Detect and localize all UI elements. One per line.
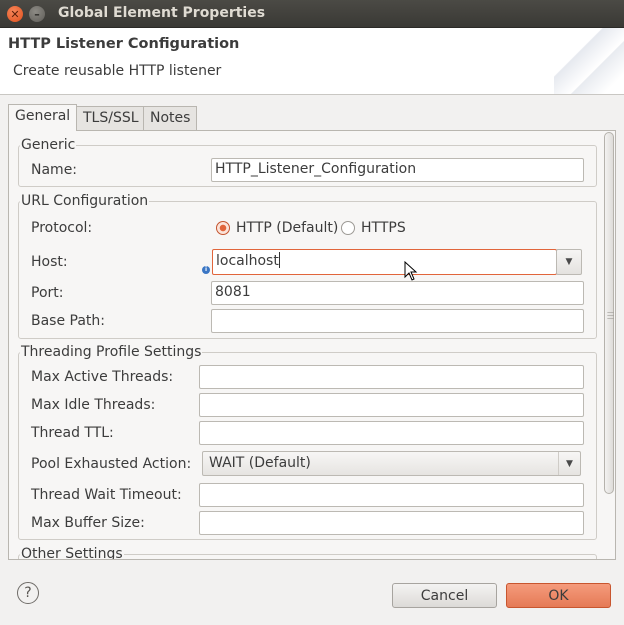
mouse-cursor-icon (404, 261, 418, 281)
close-icon[interactable]: ✕ (7, 6, 23, 22)
max-idle-threads-field[interactable] (199, 393, 584, 417)
port-field[interactable]: 8081 (211, 281, 584, 305)
window-titlebar: ✕ – Global Element Properties (0, 0, 624, 28)
base-path-label: Base Path: (31, 313, 106, 329)
scrollbar-grip-icon: — — — (607, 308, 614, 322)
help-icon: ? (24, 585, 32, 601)
thread-ttl-label: Thread TTL: (31, 425, 114, 441)
general-tab-panel: Generic Name: HTTP_Listener_Configuratio… (8, 130, 616, 560)
port-label: Port: (31, 285, 64, 301)
url-configuration-group-title: URL Configuration (20, 193, 150, 209)
threading-profile-group-title: Threading Profile Settings (20, 344, 203, 360)
ok-button[interactable]: OK (506, 583, 611, 608)
dialog-subtitle: Create reusable HTTP listener (13, 63, 222, 79)
tab-tls-ssl[interactable]: TLS/SSL (76, 106, 146, 131)
host-value: localhost (216, 253, 279, 269)
protocol-http-label[interactable]: HTTP (Default) (236, 220, 338, 236)
text-caret (278, 252, 280, 268)
cancel-button-label: Cancel (420, 587, 469, 604)
protocol-https-label[interactable]: HTTPS (361, 220, 406, 236)
name-field[interactable]: HTTP_Listener_Configuration (211, 158, 584, 182)
generic-group-title: Generic (20, 137, 77, 153)
help-button[interactable]: ? (17, 582, 39, 604)
cancel-button[interactable]: Cancel (392, 583, 497, 608)
thread-ttl-field[interactable] (199, 421, 584, 445)
max-buffer-size-field[interactable] (199, 511, 584, 535)
tab-general-label: General (15, 108, 71, 124)
host-dropdown-button[interactable]: ▼ (556, 249, 582, 275)
window-title: Global Element Properties (58, 5, 266, 21)
tab-tls-ssl-label: TLS/SSL (83, 110, 139, 126)
protocol-http-radio[interactable] (216, 221, 230, 235)
chevron-down-icon: ▼ (558, 452, 580, 475)
host-combo-input[interactable]: localhost (212, 249, 557, 275)
dialog-header: HTTP Listener Configuration Create reusa… (0, 28, 624, 95)
header-banner-graphic (554, 28, 624, 94)
pool-exhausted-action-select[interactable]: WAIT (Default) ▼ (202, 451, 581, 476)
protocol-https-radio[interactable] (341, 221, 355, 235)
minimize-icon[interactable]: – (29, 6, 45, 22)
max-active-threads-field[interactable] (199, 365, 584, 389)
tab-general[interactable]: General (8, 104, 78, 131)
base-path-field[interactable] (211, 309, 584, 333)
pool-exhausted-action-label: Pool Exhausted Action: (31, 456, 192, 472)
info-icon: i (202, 266, 210, 274)
pool-exhausted-action-value: WAIT (Default) (209, 455, 311, 471)
ok-button-label: OK (548, 587, 569, 604)
scrollbar-thumb[interactable]: — — — (604, 132, 614, 494)
thread-wait-timeout-label: Thread Wait Timeout: (31, 487, 182, 503)
tab-notes-label: Notes (150, 110, 191, 126)
thread-wait-timeout-field[interactable] (199, 483, 584, 507)
max-idle-threads-label: Max Idle Threads: (31, 397, 156, 413)
name-label: Name: (31, 162, 78, 178)
panel-scrollbar[interactable]: — — — (602, 132, 615, 558)
tab-notes[interactable]: Notes (143, 106, 198, 131)
max-active-threads-label: Max Active Threads: (31, 369, 174, 385)
host-label: Host: (31, 254, 68, 270)
protocol-label: Protocol: (31, 220, 93, 236)
other-settings-group-title: Other Settings (20, 546, 124, 560)
max-buffer-size-label: Max Buffer Size: (31, 515, 145, 531)
other-settings-group: Other Settings (18, 546, 597, 559)
dialog-title: HTTP Listener Configuration (8, 36, 240, 52)
chevron-down-icon: ▼ (565, 257, 573, 267)
